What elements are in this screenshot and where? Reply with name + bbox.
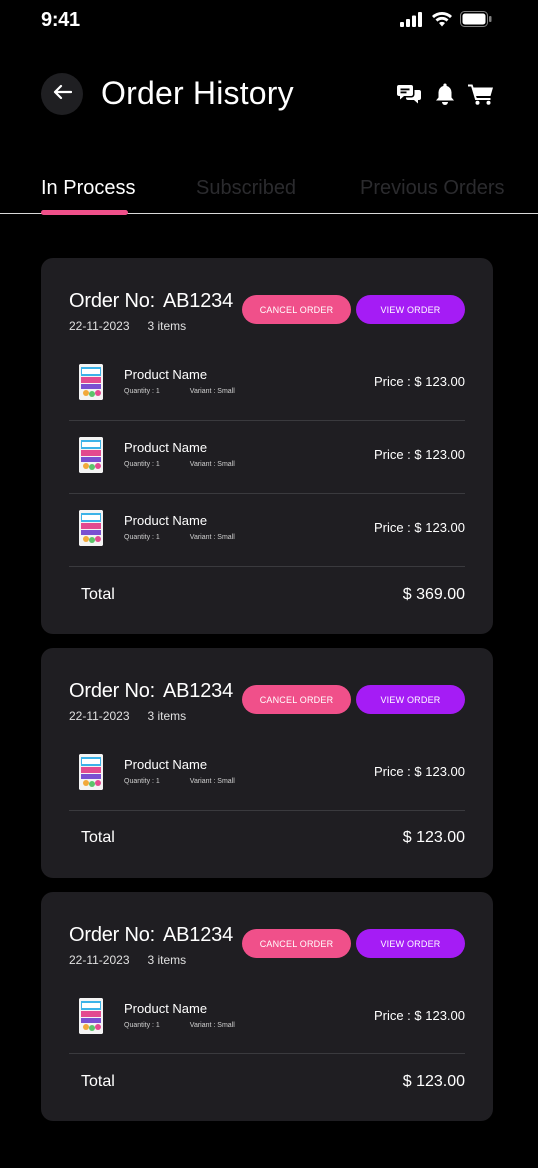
order-item[interactable]: Product Name Quantity : 1 Variant : Small… bbox=[69, 494, 465, 567]
product-variant: Variant : Small bbox=[189, 388, 235, 395]
order-items-count: 3 items bbox=[147, 709, 187, 723]
product-price: Price : $ 123.00 bbox=[373, 1008, 465, 1023]
order-items-count: 3 items bbox=[147, 953, 187, 967]
product-details: Quantity : 1 Variant : Small bbox=[124, 388, 235, 395]
product-details: Quantity : 1 Variant : Small bbox=[124, 1022, 235, 1029]
total-label: Total bbox=[81, 1073, 115, 1090]
order-number-label: Order No: bbox=[69, 290, 156, 312]
product-details: Quantity : 1 Variant : Small bbox=[124, 778, 235, 785]
total-amount: $ 123.00 bbox=[402, 1073, 465, 1090]
view-order-button[interactable]: VIEW ORDER bbox=[356, 685, 465, 714]
product-variant: Variant : Small bbox=[189, 778, 235, 785]
product-quantity: Quantity : 1 bbox=[124, 778, 160, 785]
cancel-order-button[interactable]: CANCEL ORDER bbox=[242, 685, 351, 714]
product-name: Product Name bbox=[124, 513, 208, 528]
cancel-order-button[interactable]: CANCEL ORDER bbox=[242, 295, 351, 324]
order-item[interactable]: Product Name Quantity : 1 Variant : Small… bbox=[69, 421, 465, 494]
total-label: Total bbox=[81, 586, 115, 603]
order-number-label: Order No: bbox=[69, 680, 156, 702]
product-name: Product Name bbox=[124, 757, 208, 772]
product-variant: Variant : Small bbox=[189, 1022, 235, 1029]
product-price: Price : $ 123.00 bbox=[373, 520, 465, 535]
product-price: Price : $ 123.00 bbox=[373, 764, 465, 779]
order-item[interactable]: Product Name Quantity : 1 Variant : Small… bbox=[69, 738, 465, 811]
order-id: AB1234 bbox=[163, 290, 233, 312]
product-image bbox=[79, 510, 103, 546]
header-actions bbox=[396, 81, 494, 107]
battery-icon bbox=[460, 11, 492, 32]
order-card: Order No: AB1234 22-11-2023 3 items CANCEL… bbox=[41, 258, 493, 634]
order-items-count: 3 items bbox=[147, 319, 187, 333]
order-item[interactable]: Product Name Quantity : 1 Variant : Small… bbox=[69, 348, 465, 421]
tab-previous-orders[interactable]: Previous Orders bbox=[360, 177, 505, 200]
order-card: Order No: AB1234 22-11-2023 3 items CANCEL… bbox=[41, 892, 493, 1121]
product-image bbox=[79, 998, 103, 1034]
order-total: Total $ 369.00 bbox=[81, 586, 465, 610]
total-amount: $ 369.00 bbox=[402, 586, 465, 603]
product-image bbox=[79, 754, 103, 790]
status-icons bbox=[400, 11, 492, 32]
order-id: AB1234 bbox=[163, 680, 233, 702]
product-variant: Variant : Small bbox=[189, 534, 235, 541]
total-divider bbox=[69, 1053, 465, 1054]
tab-in-process[interactable]: In Process bbox=[41, 177, 135, 200]
product-image bbox=[79, 437, 103, 473]
status-time: 9:41 bbox=[41, 9, 80, 31]
product-quantity: Quantity : 1 bbox=[124, 534, 160, 541]
total-amount: $ 123.00 bbox=[402, 829, 465, 846]
product-name: Product Name bbox=[124, 440, 208, 455]
order-date: 22-11-2023 bbox=[69, 709, 130, 723]
product-details: Quantity : 1 Variant : Small bbox=[124, 534, 235, 541]
product-image bbox=[79, 364, 103, 400]
product-name: Product Name bbox=[124, 1001, 208, 1016]
product-quantity: Quantity : 1 bbox=[124, 388, 160, 395]
chat-bubbles-icon[interactable] bbox=[396, 81, 422, 107]
total-label: Total bbox=[81, 829, 115, 846]
product-details: Quantity : 1 Variant : Small bbox=[124, 461, 235, 468]
order-number-label: Order No: bbox=[69, 924, 156, 946]
order-date: 22-11-2023 bbox=[69, 319, 130, 333]
product-price: Price : $ 123.00 bbox=[373, 447, 465, 462]
cart-icon[interactable] bbox=[468, 81, 494, 107]
product-price: Price : $ 123.00 bbox=[373, 374, 465, 389]
order-tabs: In Process Subscribed Previous Orders bbox=[0, 170, 538, 216]
page-title: Order History bbox=[101, 75, 294, 111]
order-total: Total $ 123.00 bbox=[81, 1073, 465, 1097]
view-order-button[interactable]: VIEW ORDER bbox=[356, 929, 465, 958]
view-order-button[interactable]: VIEW ORDER bbox=[356, 295, 465, 324]
arrow-left-icon bbox=[52, 84, 73, 105]
product-quantity: Quantity : 1 bbox=[124, 461, 160, 468]
order-card: Order No: AB1234 22-11-2023 3 items CANCEL… bbox=[41, 648, 493, 878]
order-meta: 22-11-2023 3 items bbox=[69, 709, 186, 723]
order-meta: 22-11-2023 3 items bbox=[69, 953, 186, 967]
order-meta: 22-11-2023 3 items bbox=[69, 319, 186, 333]
order-date: 22-11-2023 bbox=[69, 953, 130, 967]
product-variant: Variant : Small bbox=[189, 461, 235, 468]
order-number: Order No: AB1234 bbox=[69, 924, 233, 947]
product-quantity: Quantity : 1 bbox=[124, 1022, 160, 1029]
total-divider bbox=[69, 566, 465, 567]
total-divider bbox=[69, 810, 465, 811]
back-button[interactable] bbox=[41, 73, 83, 115]
product-name: Product Name bbox=[124, 367, 208, 382]
order-number: Order No: AB1234 bbox=[69, 290, 233, 313]
order-total: Total $ 123.00 bbox=[81, 829, 465, 853]
order-number: Order No: AB1234 bbox=[69, 680, 233, 703]
status-bar: 9:41 bbox=[0, 0, 538, 44]
app-header: Order History bbox=[0, 60, 538, 130]
bell-icon[interactable] bbox=[432, 81, 458, 107]
order-item[interactable]: Product Name Quantity : 1 Variant : Small… bbox=[69, 982, 465, 1055]
active-tab-indicator bbox=[41, 210, 128, 215]
tab-subscribed[interactable]: Subscribed bbox=[196, 177, 296, 200]
wifi-icon bbox=[431, 11, 453, 32]
order-id: AB1234 bbox=[163, 924, 233, 946]
signal-icon bbox=[400, 11, 424, 32]
cancel-order-button[interactable]: CANCEL ORDER bbox=[242, 929, 351, 958]
